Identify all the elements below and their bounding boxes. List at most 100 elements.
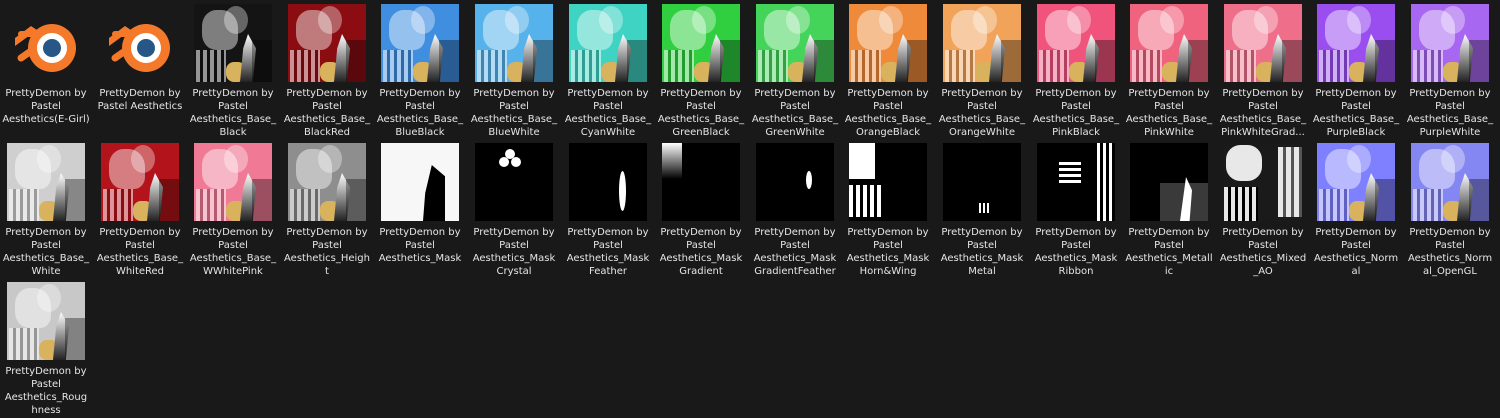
image-file-item[interactable]: PrettyDemon by Pastel Aesthetics_Base_ O… [938, 0, 1026, 138]
image-file-item[interactable]: PrettyDemon by Pastel Aesthetics_Mask Ri… [1032, 139, 1120, 277]
file-name-label: PrettyDemon by Pastel Aesthetics_Mask Ho… [846, 227, 930, 277]
image-thumbnail [1037, 143, 1115, 221]
image-file-item[interactable]: PrettyDemon by Pastel Aesthetics_Base_ O… [844, 0, 932, 138]
image-thumbnail [569, 4, 647, 82]
image-thumbnail [849, 143, 927, 221]
blender-file-icon [7, 4, 85, 82]
image-thumbnail [1411, 4, 1489, 82]
file-name-label: PrettyDemon by Pastel Aesthetics_Mask Gr… [753, 227, 837, 277]
image-file-item[interactable]: PrettyDemon by Pastel Aesthetics_Heigh t [283, 139, 371, 277]
image-thumbnail [1411, 143, 1489, 221]
file-name-label: PrettyDemon by Pastel Aesthetics_Base_ W… [189, 227, 277, 277]
file-name-label: PrettyDemon by Pastel Aesthetics_Mask [378, 227, 462, 264]
image-file-item[interactable]: PrettyDemon by Pastel Aesthetics_Mask Cr… [470, 139, 558, 277]
image-thumbnail [1130, 4, 1208, 82]
image-thumbnail [756, 143, 834, 221]
image-file-item[interactable]: PrettyDemon by Pastel Aesthetics_Base_ P… [1406, 0, 1494, 138]
file-name-label: PrettyDemon by Pastel Aesthetics_Base_ C… [564, 88, 652, 138]
image-thumbnail [1037, 4, 1115, 82]
file-name-label: PrettyDemon by Pastel Aesthetics_Norm al… [1407, 227, 1493, 277]
file-name-label: PrettyDemon by Pastel Aesthetics_Mask Ri… [1034, 227, 1118, 277]
image-file-item[interactable]: PrettyDemon by Pastel Aesthetics_Base_ B… [283, 0, 371, 138]
image-thumbnail [1317, 4, 1395, 82]
file-name-label: PrettyDemon by Pastel Aesthetics_Heigh t [284, 227, 370, 277]
image-file-item[interactable]: PrettyDemon by Pastel Aesthetics_Base_ G… [751, 0, 839, 138]
image-file-item[interactable]: PrettyDemon by Pastel Aesthetics_Mask [376, 139, 464, 275]
image-thumbnail [288, 4, 366, 82]
file-name-label: PrettyDemon by Pastel Aesthetics_Base_ B… [189, 88, 277, 138]
file-name-label: PrettyDemon by Pastel Aesthetics(E-Girl) [2, 88, 90, 125]
image-file-item[interactable]: PrettyDemon by Pastel Aesthetics_Base_ P… [1312, 0, 1400, 138]
image-file-item[interactable]: PrettyDemon by Pastel Aesthetics_Base_ B… [189, 0, 277, 138]
image-thumbnail [194, 143, 272, 221]
image-file-item[interactable]: PrettyDemon by Pastel Aesthetics_Base_ P… [1032, 0, 1120, 138]
file-name-label: PrettyDemon by Pastel Aesthetics_Roug hn… [4, 366, 88, 416]
image-file-item[interactable]: PrettyDemon by Pastel Aesthetics_Metall … [1125, 139, 1213, 277]
image-thumbnail [381, 4, 459, 82]
blender-logo-icon [15, 24, 76, 72]
image-file-item[interactable]: PrettyDemon by Pastel Aesthetics_Base_ C… [564, 0, 652, 138]
file-name-label: PrettyDemon by Pastel Aesthetics_Mixed _… [1219, 227, 1307, 277]
image-thumbnail [849, 4, 927, 82]
file-name-label: PrettyDemon by Pastel Aesthetics_Base_ B… [283, 88, 371, 138]
image-thumbnail [943, 4, 1021, 82]
file-name-label: PrettyDemon by Pastel Aesthetics_Base_ B… [376, 88, 464, 138]
image-file-item[interactable]: PrettyDemon by Pastel Aesthetics_Norm al… [1406, 139, 1494, 277]
image-file-item[interactable]: PrettyDemon by Pastel Aesthetics_Base_ W… [96, 139, 184, 277]
blend-file-item[interactable]: PrettyDemon by Pastel Aesthetics(E-Girl) [2, 0, 90, 136]
image-file-item[interactable]: PrettyDemon by Pastel Aesthetics_Norm al [1312, 139, 1400, 277]
image-thumbnail [288, 143, 366, 221]
image-thumbnail [662, 143, 740, 221]
image-file-item[interactable]: PrettyDemon by Pastel Aesthetics_Base_ P… [1219, 0, 1307, 138]
image-file-item[interactable]: PrettyDemon by Pastel Aesthetics_Mask Gr… [751, 139, 839, 277]
image-thumbnail [1224, 4, 1302, 82]
file-name-label: PrettyDemon by Pastel Aesthetics_Mask Fe… [566, 227, 650, 277]
file-name-label: PrettyDemon by Pastel Aesthetics_Mask Me… [940, 227, 1024, 277]
file-icon-grid: PrettyDemon by Pastel Aesthetics(E-Girl)… [0, 0, 1500, 418]
file-name-label: PrettyDemon by Pastel Aesthetics_Base_ O… [844, 88, 932, 138]
image-thumbnail [943, 143, 1021, 221]
file-name-label: PrettyDemon by Pastel Aesthetics [97, 88, 183, 112]
image-thumbnail [7, 143, 85, 221]
file-name-label: PrettyDemon by Pastel Aesthetics_Base_ G… [657, 88, 745, 138]
image-file-item[interactable]: PrettyDemon by Pastel Aesthetics_Base_ W… [2, 139, 90, 277]
image-file-item[interactable]: PrettyDemon by Pastel Aesthetics_Roug hn… [2, 278, 90, 416]
image-thumbnail [475, 143, 553, 221]
image-file-item[interactable]: PrettyDemon by Pastel Aesthetics_Mixed _… [1219, 139, 1307, 277]
file-name-label: PrettyDemon by Pastel Aesthetics_Base_ W… [2, 227, 90, 277]
image-thumbnail [1130, 143, 1208, 221]
file-name-label: PrettyDemon by Pastel Aesthetics_Base_ W… [96, 227, 184, 277]
file-name-label: PrettyDemon by Pastel Aesthetics_Norm al [1313, 227, 1399, 277]
file-name-label: PrettyDemon by Pastel Aesthetics_Base_ O… [938, 88, 1026, 138]
image-file-item[interactable]: PrettyDemon by Pastel Aesthetics_Mask Me… [938, 139, 1026, 277]
file-name-label: PrettyDemon by Pastel Aesthetics_Base_ P… [1312, 88, 1400, 138]
image-thumbnail [101, 143, 179, 221]
image-thumbnail [569, 143, 647, 221]
blender-file-icon [101, 4, 179, 82]
image-file-item[interactable]: PrettyDemon by Pastel Aesthetics_Mask Ho… [844, 139, 932, 277]
image-thumbnail [194, 4, 272, 82]
image-thumbnail [475, 4, 553, 82]
image-file-item[interactable]: PrettyDemon by Pastel Aesthetics_Base_ B… [470, 0, 558, 138]
file-name-label: PrettyDemon by Pastel Aesthetics_Mask Gr… [659, 227, 743, 277]
file-name-label: PrettyDemon by Pastel Aesthetics_Metall … [1125, 227, 1213, 277]
image-file-item[interactable]: PrettyDemon by Pastel Aesthetics_Mask Fe… [564, 139, 652, 277]
file-name-label: PrettyDemon by Pastel Aesthetics_Base_ G… [751, 88, 839, 138]
file-name-label: PrettyDemon by Pastel Aesthetics_Mask Cr… [472, 227, 556, 277]
image-thumbnail [7, 282, 85, 360]
file-name-label: PrettyDemon by Pastel Aesthetics_Base_ B… [470, 88, 558, 138]
file-name-label: PrettyDemon by Pastel Aesthetics_Base_ P… [1219, 88, 1307, 138]
image-file-item[interactable]: PrettyDemon by Pastel Aesthetics_Base_ G… [657, 0, 745, 138]
blender-logo-icon [109, 24, 170, 72]
image-file-item[interactable]: PrettyDemon by Pastel Aesthetics_Mask Gr… [657, 139, 745, 277]
image-thumbnail [1317, 143, 1395, 221]
file-name-label: PrettyDemon by Pastel Aesthetics_Base_ P… [1406, 88, 1494, 138]
image-thumbnail [662, 4, 740, 82]
file-name-label: PrettyDemon by Pastel Aesthetics_Base_ P… [1032, 88, 1120, 138]
file-name-label: PrettyDemon by Pastel Aesthetics_Base_ P… [1125, 88, 1213, 138]
blend-file-item[interactable]: PrettyDemon by Pastel Aesthetics [96, 0, 184, 136]
image-file-item[interactable]: PrettyDemon by Pastel Aesthetics_Base_ W… [189, 139, 277, 277]
image-thumbnail [1224, 143, 1302, 221]
image-file-item[interactable]: PrettyDemon by Pastel Aesthetics_Base_ P… [1125, 0, 1213, 138]
image-file-item[interactable]: PrettyDemon by Pastel Aesthetics_Base_ B… [376, 0, 464, 138]
